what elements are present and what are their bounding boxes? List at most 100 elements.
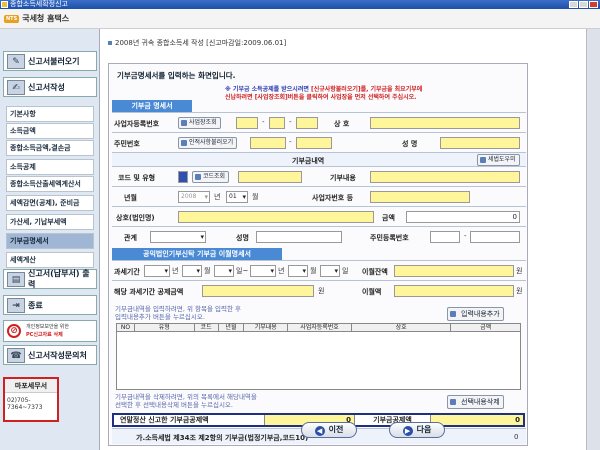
y-unit: 년 <box>172 267 179 275</box>
carry-field[interactable] <box>394 285 514 297</box>
delete-note: 기부금내역을 삭제하려면, 위의 목록에서 해당내역을 선택한 후 선택내용삭제… <box>115 393 257 409</box>
add-note: 기부금내역을 입력하려면, 위 항목을 입력한 후 입력내용추가 버튼을 누르십… <box>115 305 241 321</box>
col-type: 유형 <box>135 324 195 331</box>
note-2a: 신납하려면 [사업장조회] <box>225 94 288 101</box>
law-item-label: 가.소득세법 제34조 제2항의 기부금(법정기부금,코드10) <box>136 434 309 442</box>
biz-no-etc-field[interactable] <box>370 191 470 203</box>
tax-help-button[interactable]: 세법도우미 <box>477 154 520 166</box>
period-end-day[interactable] <box>320 265 340 277</box>
company-field[interactable] <box>370 117 520 129</box>
write-return-label: 신고서작성 <box>28 82 65 92</box>
sidebar-item-tax-credit[interactable]: 세액감면(공제), 준비금 <box>6 195 94 211</box>
person-lookup-label: 인적사항불러오기 <box>189 139 234 146</box>
vertical-scrollbar[interactable] <box>586 29 600 450</box>
del-note-2: 선택한 후 선택내용삭제 버튼을 누르십시오. <box>115 401 233 409</box>
donation-table-header: NO 유형 코드 년월 기부내용 사업자등록번호 상호 금액 <box>116 323 521 332</box>
delete-pc-data-button[interactable]: ⊘ 개인정보보안을 위한 PC신고자료 삭제 <box>3 320 97 342</box>
person-icon <box>181 140 187 146</box>
jumin-field-1[interactable] <box>250 137 286 149</box>
note-1b: [신규사항불러오기] <box>310 86 361 93</box>
col-no: NO <box>117 324 135 331</box>
exit-button[interactable]: ⇥ 종료 <box>3 295 97 315</box>
code-field[interactable] <box>238 171 302 183</box>
name2-field[interactable] <box>256 231 342 243</box>
tax-office-box: 마포세무서 02)705-7364~7373 <box>3 377 59 422</box>
period-start-year[interactable] <box>144 265 170 277</box>
m-unit: 월 <box>204 267 211 275</box>
amount-field[interactable]: 0 <box>406 211 520 223</box>
tilde: 일~ <box>236 267 249 275</box>
period-start-day[interactable] <box>214 265 234 277</box>
sidebar-item-tax-calc-sheet[interactable]: 종합소득산출세액계산서 <box>6 176 94 192</box>
donation-table-body[interactable] <box>116 332 521 390</box>
close-button[interactable] <box>589 1 598 8</box>
bizno-field-2[interactable] <box>269 117 285 129</box>
add-icon <box>450 311 456 317</box>
y-unit: 년 <box>278 267 285 275</box>
nts-badge: NTS <box>4 14 20 23</box>
print-return-button[interactable]: ▤ 신고서(납부서) 출력 <box>3 269 97 289</box>
org-name-field[interactable] <box>178 211 374 223</box>
prev-button[interactable]: ◀ 이전 <box>301 422 357 438</box>
window-titlebar: 종합소득세확정신고 <box>0 0 600 9</box>
jumin-field-2[interactable] <box>296 137 332 149</box>
fullname-field[interactable] <box>440 137 520 149</box>
sidebar-item-total-income[interactable]: 종합소득금액,결손금 <box>6 140 94 156</box>
add-note-1: 기부금내역을 입력하려면, 위 항목을 입력한 후 <box>115 305 242 313</box>
minimize-button[interactable] <box>569 1 578 8</box>
donation-panel: 기부금명세서를 입력하는 화면입니다. ※ 기부금 소득공제를 받으시려면 [신… <box>108 63 528 446</box>
window-title: 종합소득세확정신고 <box>10 0 68 8</box>
desc-field[interactable] <box>370 171 520 183</box>
dash: - <box>289 118 292 126</box>
next-button[interactable]: ▶ 다음 <box>389 422 445 438</box>
deduct-label: 해당 과세기간 공제금액 <box>114 288 184 296</box>
arrow-left-icon: ◀ <box>314 426 325 436</box>
delete-entry-button[interactable]: 선택내용삭제 <box>447 395 504 409</box>
period-end-month[interactable] <box>288 265 308 277</box>
maximize-button[interactable] <box>579 1 588 8</box>
code-type-label: 코드 및 유형 <box>118 174 156 182</box>
sidebar-item-penalty[interactable]: 가산세, 기납부세액 <box>6 214 94 230</box>
printer-icon: ▤ <box>7 272 25 287</box>
bizno-field-1[interactable] <box>236 117 258 129</box>
note-1a: ※ 기부금 소득공제를 받으시려면 <box>225 86 311 93</box>
bullet-icon <box>108 41 112 45</box>
sidebar-item-basic[interactable]: 기본사항 <box>6 106 94 122</box>
rrn-field-2[interactable] <box>470 231 520 243</box>
add-entry-button[interactable]: 입력내용추가 <box>447 307 504 321</box>
person-lookup-button[interactable]: 인적사항불러오기 <box>178 137 238 149</box>
period-end-year[interactable] <box>250 265 276 277</box>
month-select[interactable]: 01 <box>226 191 248 203</box>
dash: - <box>289 138 292 146</box>
app-icon <box>1 1 8 8</box>
sidebar-item-donation[interactable]: 기부금명세서 <box>6 233 94 249</box>
dash: - <box>464 232 467 240</box>
help-icon <box>480 157 486 163</box>
m-unit: 월 <box>310 267 317 275</box>
write-return-button[interactable]: ✍ 신고서작성 <box>3 77 97 97</box>
col-bizno: 사업자등록번호 <box>288 324 352 331</box>
year-select[interactable]: 2008 <box>178 191 210 203</box>
main-area: 2008년 귀속 종합소득세 작성 [신고마감일:2009.06.01] 기부금… <box>101 29 600 450</box>
bizno-field-3[interactable] <box>296 117 318 129</box>
deduct-field[interactable] <box>202 285 314 297</box>
panel-note: ※ 기부금 소득공제를 받으시려면 [신규사항불러오기]를, 기부금을 최요기부… <box>225 86 422 102</box>
inquiry-button[interactable]: ☎ 신고서작성문의처 <box>3 345 97 365</box>
carry-balance-field[interactable] <box>394 265 514 277</box>
sidebar-item-income[interactable]: 소득금액 <box>6 123 94 139</box>
sidebar-item-deduction[interactable]: 소득공제 <box>6 159 94 175</box>
rrn-field-1[interactable] <box>430 231 460 243</box>
carry-balance-label: 이월잔액 <box>362 268 388 276</box>
name2-label: 성명 <box>236 234 249 242</box>
relation-select[interactable] <box>150 231 206 243</box>
tax-office-name: 마포세무서 <box>5 379 57 393</box>
biz-no-etc-label: 사업자번호 등 <box>312 194 354 202</box>
col-desc: 기부내용 <box>244 324 289 331</box>
year-end-deduct-label: 연말정산 신고한 기부금공제액 <box>120 416 209 424</box>
biz-lookup-button[interactable]: 사업장조회 <box>178 117 221 129</box>
tax-office-phone: 02)705-7364~7373 <box>7 397 43 411</box>
period-start-month[interactable] <box>182 265 202 277</box>
code-lookup-button[interactable]: 코드조회 <box>192 171 230 183</box>
sidebar-item-tax-compute[interactable]: 세액계산 <box>6 252 94 268</box>
load-return-button[interactable]: ✎ 신고서불러오기 <box>3 51 97 71</box>
